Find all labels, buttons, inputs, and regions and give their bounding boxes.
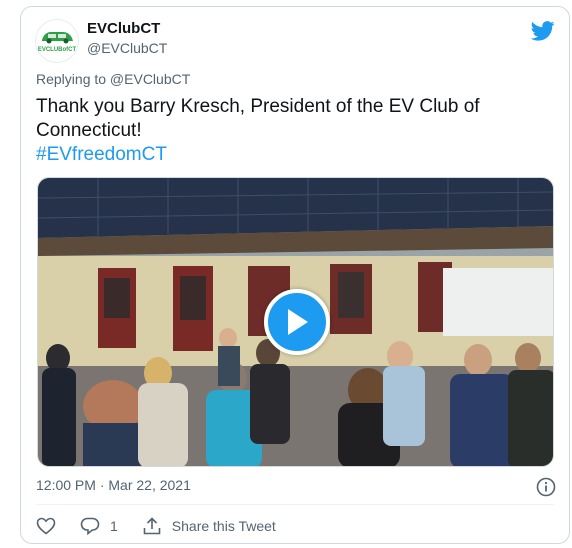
tweet-card[interactable]: EVCLUBofCT EVClubCT @EVClubCT Replying t… [20,6,570,544]
svg-text:EVCLUBofCT: EVCLUBofCT [38,47,77,53]
timestamp-link[interactable]: 12:00 PM · Mar 22, 2021 [36,477,191,493]
share-label: Share this Tweet [171,518,276,534]
author-block[interactable]: EVClubCT @EVClubCT [87,19,167,58]
info-icon[interactable] [536,477,556,497]
tweet-header: EVCLUBofCT EVClubCT @EVClubCT [35,19,555,63]
reply-bubble-icon [80,517,100,535]
tweet-text-line1: Thank you Barry Kresch, President of the… [36,96,480,117]
video-thumbnail[interactable] [37,177,554,467]
display-name[interactable]: EVClubCT [87,19,167,39]
play-button[interactable] [264,289,330,355]
tweet-text-line2: Connecticut! [36,120,142,141]
share-icon [143,517,161,535]
share-button[interactable]: Share this Tweet [142,517,276,535]
avatar[interactable]: EVCLUBofCT [35,19,79,63]
hashtag-link[interactable]: #EVfreedomCT [36,143,506,167]
twitter-bird-icon[interactable] [531,21,555,41]
replying-to[interactable]: Replying to @EVClubCT [36,71,190,87]
handle[interactable]: @EVClubCT [87,39,167,58]
reply-count: 1 [110,518,118,534]
evclub-logo: EVCLUBofCT [38,32,77,53]
play-icon [288,309,308,335]
tweet-text: Thank you Barry Kresch, President of the… [36,95,506,167]
tweet-meta: 12:00 PM · Mar 22, 2021 [36,477,556,497]
reply-button[interactable]: 1 [80,517,118,535]
heart-icon [36,517,56,535]
tweet-actions: 1 Share this Tweet [36,515,300,537]
like-button[interactable] [36,517,56,535]
divider [36,504,554,505]
